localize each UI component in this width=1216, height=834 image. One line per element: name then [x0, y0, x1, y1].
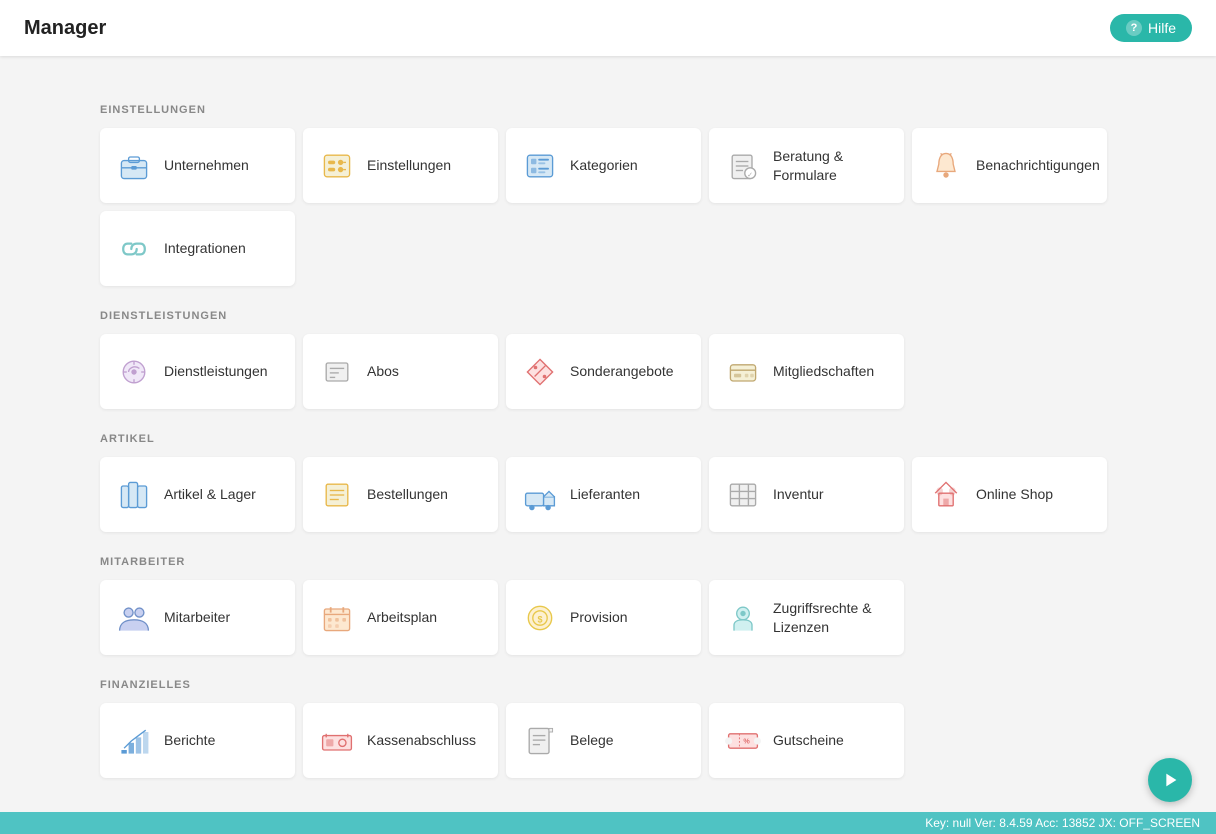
card-label-belege: Belege [570, 731, 614, 749]
card-einstellungen[interactable]: Einstellungen [303, 128, 498, 203]
receipts-icon [522, 723, 558, 759]
card-grid-finanzielles: Berichte Kassenabschluss Belege % Gutsch… [100, 703, 1116, 778]
card-provision[interactable]: $ Provision [506, 580, 701, 655]
card-grid-mitarbeiter: Mitarbeiter Arbeitsplan $ Provision Zugr… [100, 580, 1116, 655]
card-kassenabschluss[interactable]: Kassenabschluss [303, 703, 498, 778]
section-dienstleistungen: DIENSTLEISTUNGEN Dienstleistungen Abos S… [100, 310, 1116, 409]
section-label-finanzielles: FINANZIELLES [100, 679, 1116, 691]
settings-icon [319, 148, 355, 184]
employees-icon [116, 600, 152, 636]
fab-button[interactable] [1148, 758, 1192, 802]
suppliers-icon [522, 477, 558, 513]
card-label-kategorien: Kategorien [570, 156, 638, 174]
briefcase-icon [116, 148, 152, 184]
card-benachrichtigungen[interactable]: Benachrichtigungen [912, 128, 1107, 203]
help-icon: ? [1126, 20, 1142, 36]
memberships-icon [725, 354, 761, 390]
section-label-einstellungen: EINSTELLUNGEN [100, 104, 1116, 116]
section-mitarbeiter: MITARBEITER Mitarbeiter Arbeitsplan $ Pr… [100, 556, 1116, 655]
card-belege[interactable]: Belege [506, 703, 701, 778]
card-beratung[interactable]: ✓ Beratung & Formulare [709, 128, 904, 203]
main-content: EINSTELLUNGEN Unternehmen Einstellungen … [0, 56, 1216, 802]
svg-text:%: % [743, 736, 750, 745]
card-label-mitarbeiter: Mitarbeiter [164, 608, 230, 626]
card-arbeitsplan[interactable]: Arbeitsplan [303, 580, 498, 655]
section-einstellungen: EINSTELLUNGEN Unternehmen Einstellungen … [100, 104, 1116, 286]
section-finanzielles: FINANZIELLES Berichte Kassenabschluss Be… [100, 679, 1116, 778]
card-label-dienstleistungen: Dienstleistungen [164, 362, 268, 380]
card-label-provision: Provision [570, 608, 628, 626]
services-icon [116, 354, 152, 390]
reports-icon [116, 723, 152, 759]
card-grid-dienstleistungen: Dienstleistungen Abos Sonderangebote Mit… [100, 334, 1116, 409]
app-title: Manager [24, 17, 106, 40]
card-lieferanten[interactable]: Lieferanten [506, 457, 701, 532]
card-label-sonderangebote: Sonderangebote [570, 362, 674, 380]
schedule-icon [319, 600, 355, 636]
help-button[interactable]: ? Hilfe [1110, 14, 1192, 42]
articles-icon [116, 477, 152, 513]
categories-icon [522, 148, 558, 184]
card-label-arbeitsplan: Arbeitsplan [367, 608, 437, 626]
card-bestellungen[interactable]: Bestellungen [303, 457, 498, 532]
card-label-zugriffsrechte: Zugriffsrechte & Lizenzen [773, 599, 888, 635]
svg-text:✓: ✓ [747, 169, 753, 178]
card-abos[interactable]: Abos [303, 334, 498, 409]
card-label-inventur: Inventur [773, 485, 824, 503]
card-label-berichte: Berichte [164, 731, 215, 749]
card-inventur[interactable]: Inventur [709, 457, 904, 532]
status-bar: Key: null Ver: 8.4.59 Acc: 13852 JX: OFF… [0, 812, 1216, 834]
play-icon [1159, 769, 1181, 791]
subs-icon [319, 354, 355, 390]
orders-icon [319, 477, 355, 513]
card-label-mitgliedschaften: Mitgliedschaften [773, 362, 874, 380]
card-label-unternehmen: Unternehmen [164, 156, 249, 174]
card-label-bestellungen: Bestellungen [367, 485, 448, 503]
vouchers-icon: % [725, 723, 761, 759]
card-label-lieferanten: Lieferanten [570, 485, 640, 503]
card-label-integrationen: Integrationen [164, 239, 246, 257]
section-label-artikel: ARTIKEL [100, 433, 1116, 445]
card-zugriffsrechte[interactable]: Zugriffsrechte & Lizenzen [709, 580, 904, 655]
consult-icon: ✓ [725, 148, 761, 184]
help-label: Hilfe [1148, 20, 1176, 36]
card-kategorien[interactable]: Kategorien [506, 128, 701, 203]
commission-icon: $ [522, 600, 558, 636]
card-grid-artikel: Artikel & Lager Bestellungen Lieferanten… [100, 457, 1116, 532]
card-gutscheine[interactable]: % Gutscheine [709, 703, 904, 778]
card-grid-einstellungen: Unternehmen Einstellungen Kategorien ✓ B… [100, 128, 1116, 286]
inventory-icon [725, 477, 761, 513]
section-artikel: ARTIKEL Artikel & Lager Bestellungen Lie… [100, 433, 1116, 532]
card-online-shop[interactable]: Online Shop [912, 457, 1107, 532]
card-berichte[interactable]: Berichte [100, 703, 295, 778]
cash-icon [319, 723, 355, 759]
card-integrationen[interactable]: Integrationen [100, 211, 295, 286]
section-label-mitarbeiter: MITARBEITER [100, 556, 1116, 568]
section-label-dienstleistungen: DIENSTLEISTUNGEN [100, 310, 1116, 322]
card-label-gutscheine: Gutscheine [773, 731, 844, 749]
shop-icon [928, 477, 964, 513]
card-mitarbeiter[interactable]: Mitarbeiter [100, 580, 295, 655]
access-icon [725, 600, 761, 636]
offers-icon [522, 354, 558, 390]
card-label-einstellungen: Einstellungen [367, 156, 451, 174]
card-dienstleistungen[interactable]: Dienstleistungen [100, 334, 295, 409]
card-unternehmen[interactable]: Unternehmen [100, 128, 295, 203]
card-artikel-lager[interactable]: Artikel & Lager [100, 457, 295, 532]
link-icon [116, 231, 152, 267]
card-label-abos: Abos [367, 362, 399, 380]
card-label-online-shop: Online Shop [976, 485, 1053, 503]
card-label-benachrichtigungen: Benachrichtigungen [976, 156, 1100, 174]
card-label-beratung: Beratung & Formulare [773, 147, 888, 183]
card-label-kassenabschluss: Kassenabschluss [367, 731, 476, 749]
app-header: Manager ? Hilfe [0, 0, 1216, 56]
card-label-artikel-lager: Artikel & Lager [164, 485, 256, 503]
card-mitgliedschaften[interactable]: Mitgliedschaften [709, 334, 904, 409]
svg-text:$: $ [537, 614, 542, 624]
bell-icon [928, 148, 964, 184]
card-sonderangebote[interactable]: Sonderangebote [506, 334, 701, 409]
